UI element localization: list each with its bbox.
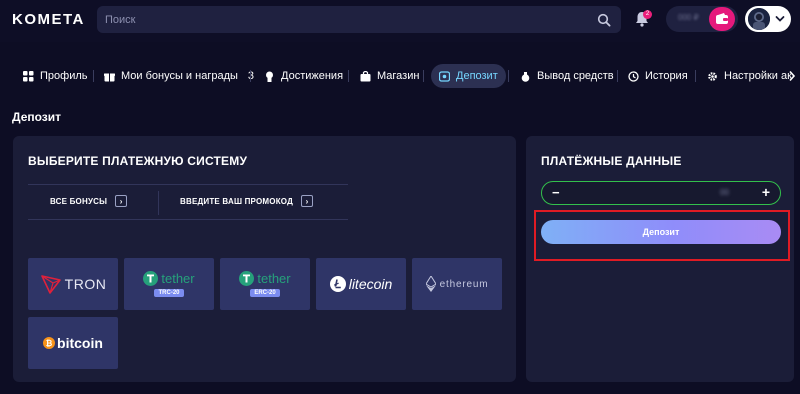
network-badge: ERC-20 (250, 289, 280, 297)
gift-icon (104, 73, 115, 81)
tab-history[interactable]: История (628, 64, 688, 88)
payment-method-tether-erc20[interactable]: tether ERC-20 (220, 258, 310, 310)
tab-shop[interactable]: Магазин (360, 64, 419, 88)
deposit-icon (439, 70, 450, 82)
chevron-right-icon: › (301, 195, 313, 207)
grid-icon (23, 70, 34, 81)
tron-label: TRON (64, 276, 107, 292)
network-badge: TRC-20 (154, 289, 184, 297)
amount-stepper[interactable]: − 00 + (541, 181, 781, 205)
bitcoin-label: bitcoin (57, 335, 103, 351)
wallet-icon (716, 13, 728, 24)
payment-method-ethereum[interactable]: ethereum (412, 258, 502, 310)
nav-divider (617, 70, 618, 82)
astronaut-avatar-icon (748, 8, 770, 30)
tether-label: tether (161, 271, 195, 286)
tab-label: Настройки ак (724, 70, 792, 82)
bitcoin-logo-icon: ₿ (43, 337, 56, 349)
search-bar[interactable] (97, 6, 621, 33)
medal-icon (266, 71, 273, 82)
payment-method-litecoin[interactable]: litecoin (316, 258, 406, 310)
balance-value: 000 ₽ (678, 13, 699, 22)
nav-divider (423, 70, 424, 82)
all-bonuses-label: ВСЕ БОНУСЫ (50, 196, 108, 206)
tether-logo-icon (239, 271, 255, 286)
promo-code-button[interactable]: ВВЕДИТЕ ВАШ ПРОМОКОД › (180, 195, 313, 207)
tab-deposit[interactable]: Депозит (431, 64, 506, 88)
tab-achievements[interactable]: Достижения (264, 64, 343, 88)
divider (158, 191, 159, 215)
decrease-amount-button[interactable]: − (552, 185, 560, 200)
tab-label: Достижения (281, 70, 344, 82)
ethereum-logo-icon (425, 276, 436, 292)
payment-system-title: ВЫБЕРИТЕ ПЛАТЕЖНУЮ СИСТЕМУ (28, 154, 248, 168)
all-bonuses-button[interactable]: ВСЕ БОНУСЫ › (50, 195, 128, 207)
tab-label: Мои бонусы и награды (121, 70, 238, 82)
clock-icon (628, 70, 639, 82)
tab-label: Депозит (456, 70, 498, 82)
svg-text:₿: ₿ (46, 339, 53, 348)
tab-label: Магазин (377, 70, 420, 82)
tab-profile[interactable]: Профиль (23, 64, 88, 88)
tab-bonuses[interactable]: Мои бонусы и награды 3 (104, 64, 254, 88)
shop-icon (360, 70, 371, 81)
promo-code-label: ВВЕДИТЕ ВАШ ПРОМОКОД (180, 196, 293, 206)
nav-divider (348, 70, 349, 82)
search-input[interactable] (105, 6, 585, 33)
gear-icon (708, 71, 717, 81)
chevron-down-icon[interactable] (775, 15, 785, 23)
notification-badge: 2 (643, 10, 652, 19)
nav-divider (508, 70, 509, 82)
chevron-right-icon: › (115, 195, 128, 207)
tab-withdrawal[interactable]: Вывод средств (520, 64, 614, 88)
litecoin-logo-icon (329, 276, 346, 292)
payment-data-title: ПЛАТЁЖНЫЕ ДАННЫЕ (541, 154, 682, 168)
nav-divider (250, 70, 251, 82)
tab-label: Профиль (40, 70, 88, 82)
top-header: KOMETA 2 000 ₽ (0, 0, 800, 42)
payment-data-panel: ПЛАТЁЖНЫЕ ДАННЫЕ − 00 + Депозит (526, 136, 794, 382)
chevron-right-icon[interactable] (788, 70, 796, 82)
payment-method-bitcoin[interactable]: ₿ bitcoin (28, 317, 118, 369)
deposit-button[interactable]: Депозит (541, 220, 781, 244)
avatar[interactable] (748, 8, 770, 30)
litecoin-label: litecoin (348, 276, 393, 292)
search-icon[interactable] (597, 13, 611, 27)
tether-label: tether (257, 271, 291, 286)
tab-account-settings[interactable]: Настройки ак (707, 64, 792, 88)
increase-amount-button[interactable]: + (762, 184, 770, 200)
wallet-button[interactable] (709, 7, 735, 31)
money-bag-icon (521, 71, 530, 82)
tron-logo-icon (40, 275, 61, 294)
nav-divider (695, 70, 696, 82)
amount-value[interactable]: 00 (720, 188, 729, 197)
ethereum-label: ethereum (439, 278, 489, 290)
kometa-logo[interactable]: KOMETA (12, 11, 85, 28)
bonus-promo-row: ВСЕ БОНУСЫ › ВВЕДИТЕ ВАШ ПРОМОКОД › (28, 184, 348, 220)
payment-method-tron[interactable]: TRON (28, 258, 118, 310)
nav-divider (93, 70, 94, 82)
tether-logo-icon (143, 271, 159, 286)
payment-method-tether-trc20[interactable]: tether TRC-20 (124, 258, 214, 310)
user-menu[interactable] (745, 6, 791, 32)
account-nav: Профиль Мои бонусы и награды 3 Достижени… (0, 60, 800, 92)
payment-system-panel: ВЫБЕРИТЕ ПЛАТЕЖНУЮ СИСТЕМУ ВСЕ БОНУСЫ › … (13, 136, 516, 382)
page-title: Депозит (12, 110, 62, 124)
tab-label: Вывод средств (537, 70, 614, 82)
tab-label: История (645, 70, 688, 82)
